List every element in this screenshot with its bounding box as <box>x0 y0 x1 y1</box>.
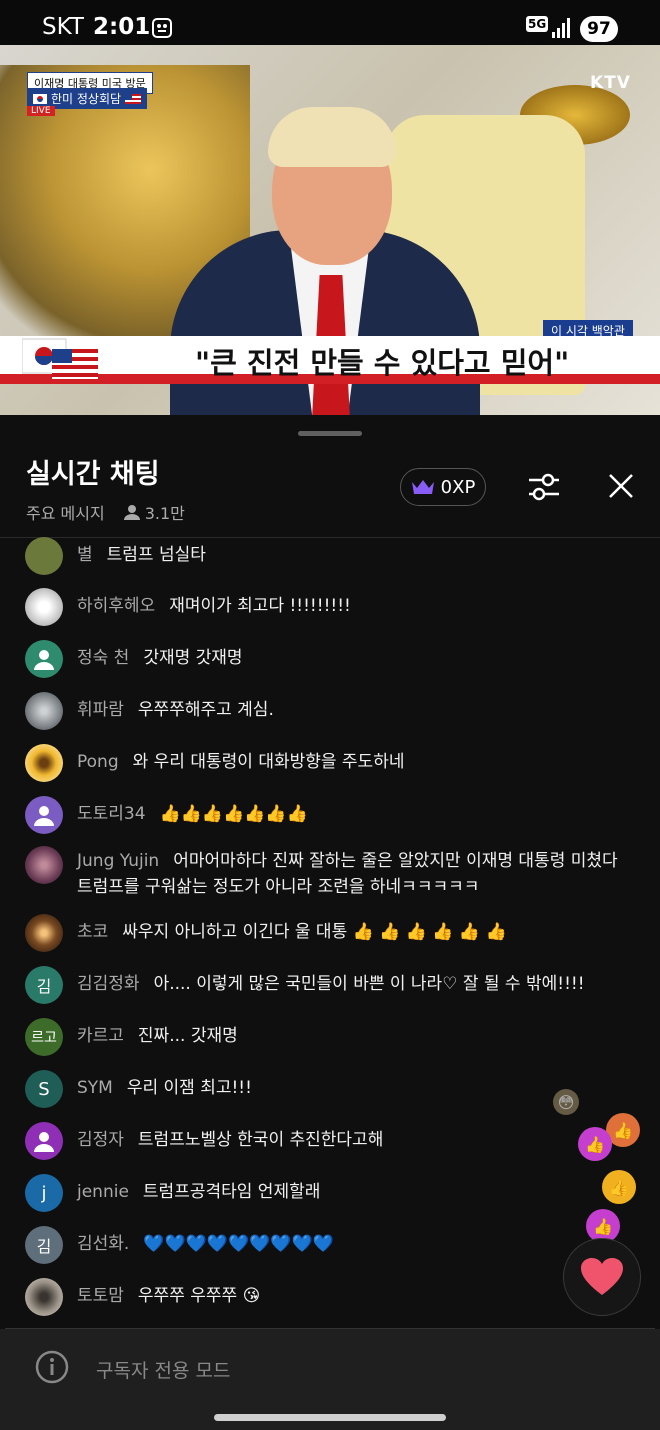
avatar[interactable] <box>25 744 63 782</box>
message-author[interactable]: 정숙 천 <box>77 648 129 668</box>
drag-handle[interactable] <box>298 431 362 436</box>
message-author[interactable]: 별 <box>77 545 93 565</box>
subscriber-only-notice: 구독자 전용 모드 <box>96 1360 231 1382</box>
message-text: 트럼프공격타임 언제할래 <box>142 1182 321 1202</box>
message-author[interactable]: 휘파람 <box>77 700 124 720</box>
message-author[interactable]: 김김정화 <box>77 974 140 994</box>
chat-message[interactable]: 도토리34 👍👍👍👍👍👍👍 <box>25 796 630 834</box>
person-icon <box>34 1132 54 1152</box>
avatar[interactable] <box>25 796 63 834</box>
message-author[interactable]: jennie <box>77 1182 129 1202</box>
person-icon <box>123 505 140 520</box>
chat-message[interactable]: 초코 싸우지 아니하고 이긴다 울 대통 👍 👍 👍 👍 👍 👍 <box>25 914 630 952</box>
chat-message[interactable]: 토토맘 우쭈쭈 우쭈쭈 😘 <box>25 1278 630 1316</box>
chat-message[interactable]: j jennie 트럼프공격타임 언제할래 <box>25 1174 630 1212</box>
network-badge: 5G <box>526 16 549 32</box>
chat-message[interactable]: 휘파람 우쭈쭈해주고 계심. <box>25 692 630 730</box>
message-text: 와 우리 대통령이 대화방향을 주도하네 <box>132 752 405 772</box>
chat-mode-label[interactable]: 주요 메시지 <box>26 500 105 524</box>
chat-message[interactable]: 하히후헤오 재며이가 최고다 !!!!!!!!! <box>25 588 630 626</box>
chat-title: 실시간 채팅 <box>26 459 160 490</box>
signal-icon <box>552 18 570 38</box>
message-text: 👍👍👍👍👍👍👍 <box>159 804 308 824</box>
chat-message[interactable]: 김정자 트럼프노벨상 한국이 추진한다고해 <box>25 1122 630 1160</box>
message-author[interactable]: 토토맘 <box>77 1286 124 1306</box>
person-icon <box>34 650 54 670</box>
chat-message[interactable]: Pong 와 우리 대통령이 대화방향을 주도하네 <box>25 744 630 782</box>
message-text: 우리 이잼 최고!!! <box>126 1078 252 1098</box>
message-text: 싸우지 아니하고 이긴다 울 대통 👍 👍 👍 👍 👍 👍 <box>122 922 507 942</box>
screen-record-icon <box>152 18 172 38</box>
message-text: 우쭈쭈해주고 계심. <box>137 700 274 720</box>
thumbs-up-reaction-icon: 👍 <box>602 1170 636 1204</box>
reaction-emoji-icon: 😳 <box>553 1089 579 1115</box>
live-badge: LIVE <box>27 106 55 116</box>
heart-reaction-button[interactable] <box>563 1238 641 1316</box>
avatar[interactable]: 김 <box>25 1226 63 1264</box>
carrier-label: SKT <box>42 14 84 40</box>
info-icon[interactable] <box>35 1350 69 1384</box>
message-text: 갓재명 갓재명 <box>143 648 243 668</box>
clock: 2:01 <box>93 14 151 40</box>
message-text: 아.... 이렇게 많은 국민들이 바쁜 이 나라♡ 잘 될 수 밖에!!!! <box>153 974 585 994</box>
message-author[interactable]: 초코 <box>77 922 108 942</box>
close-icon[interactable] <box>606 471 636 501</box>
home-indicator[interactable] <box>214 1414 446 1421</box>
avatar[interactable]: 김 <box>25 966 63 1004</box>
heart-icon <box>581 1258 623 1295</box>
chat-message[interactable]: Jung Yujin 어마어마하다 진짜 잘하는 줄은 알았지만 이재명 대통령 … <box>25 846 630 900</box>
message-author[interactable]: SYM <box>77 1078 113 1098</box>
avatar[interactable]: S <box>25 1070 63 1108</box>
message-text: 재며이가 최고다 !!!!!!!!! <box>169 596 351 616</box>
thumbs-up-reaction-icon: 👍 <box>578 1127 612 1161</box>
avatar[interactable] <box>25 537 63 575</box>
avatar[interactable] <box>25 914 63 952</box>
broadcast-badge-event-label: 한미 정상회담 <box>51 92 122 106</box>
message-author[interactable]: 김선화. <box>77 1234 129 1254</box>
video-player[interactable]: 이재명 대통령 미국 방문 한미 정상회담 LIVE KTV 이 시각 백악관 … <box>0 45 660 415</box>
chat-subheader: 주요 메시지 3.1만 <box>26 500 185 524</box>
battery-indicator: 97 <box>580 16 618 42</box>
avatar[interactable] <box>25 640 63 678</box>
message-author[interactable]: 하히후헤오 <box>77 596 155 616</box>
speaker-hair <box>268 107 396 167</box>
message-author[interactable]: Jung Yujin <box>77 851 159 871</box>
korea-flag-icon <box>33 93 47 104</box>
crown-icon <box>411 480 434 494</box>
us-flag-icon <box>125 93 142 104</box>
avatar[interactable] <box>25 846 63 884</box>
chat-message[interactable]: 김 김선화. 💙💙💙💙💙💙💙💙💙 <box>25 1226 630 1264</box>
message-text: 트럼프노벨상 한국이 추진한다고해 <box>137 1130 384 1150</box>
avatar[interactable]: j <box>25 1174 63 1212</box>
chat-message[interactable]: S SYM 우리 이잼 최고!!! <box>25 1070 630 1108</box>
message-author[interactable]: 카르고 <box>77 1026 124 1046</box>
xp-button[interactable]: 0XP <box>400 468 486 506</box>
sliders-icon[interactable] <box>526 469 562 505</box>
person-icon <box>34 806 54 826</box>
message-author[interactable]: Pong <box>77 752 119 772</box>
message-text: 💙💙💙💙💙💙💙💙💙 <box>143 1234 334 1254</box>
chat-message[interactable]: 김 김김정화 아.... 이렇게 많은 국민들이 바쁜 이 나라♡ 잘 될 수 밖… <box>25 966 630 1004</box>
xp-label: 0XP <box>440 476 476 498</box>
message-text: 트럼프 넘실타 <box>106 545 206 565</box>
viewer-count-label: 3.1만 <box>144 504 185 523</box>
caption-text: "큰 진전 만들 수 있다고 믿어" <box>195 346 570 380</box>
avatar[interactable] <box>25 692 63 730</box>
korea-us-flags-icon <box>22 338 98 379</box>
chat-message[interactable]: 정숙 천 갓재명 갓재명 <box>25 640 630 678</box>
message-author[interactable]: 도토리34 <box>77 804 146 824</box>
chat-message[interactable]: 르고 카르고 진짜... 갓재명 <box>25 1018 630 1056</box>
avatar[interactable] <box>25 1122 63 1160</box>
chat-message[interactable]: 별 트럼프 넘실타 <box>25 537 630 575</box>
message-author[interactable]: 김정자 <box>77 1130 124 1150</box>
avatar[interactable] <box>25 588 63 626</box>
viewer-count: 3.1만 <box>123 500 185 524</box>
avatar[interactable]: 르고 <box>25 1018 63 1056</box>
message-text: 우쭈쭈 우쭈쭈 😘 <box>137 1286 261 1306</box>
avatar[interactable] <box>25 1278 63 1316</box>
channel-logo: KTV <box>590 73 631 93</box>
message-text: 진짜... 갓재명 <box>137 1026 238 1046</box>
